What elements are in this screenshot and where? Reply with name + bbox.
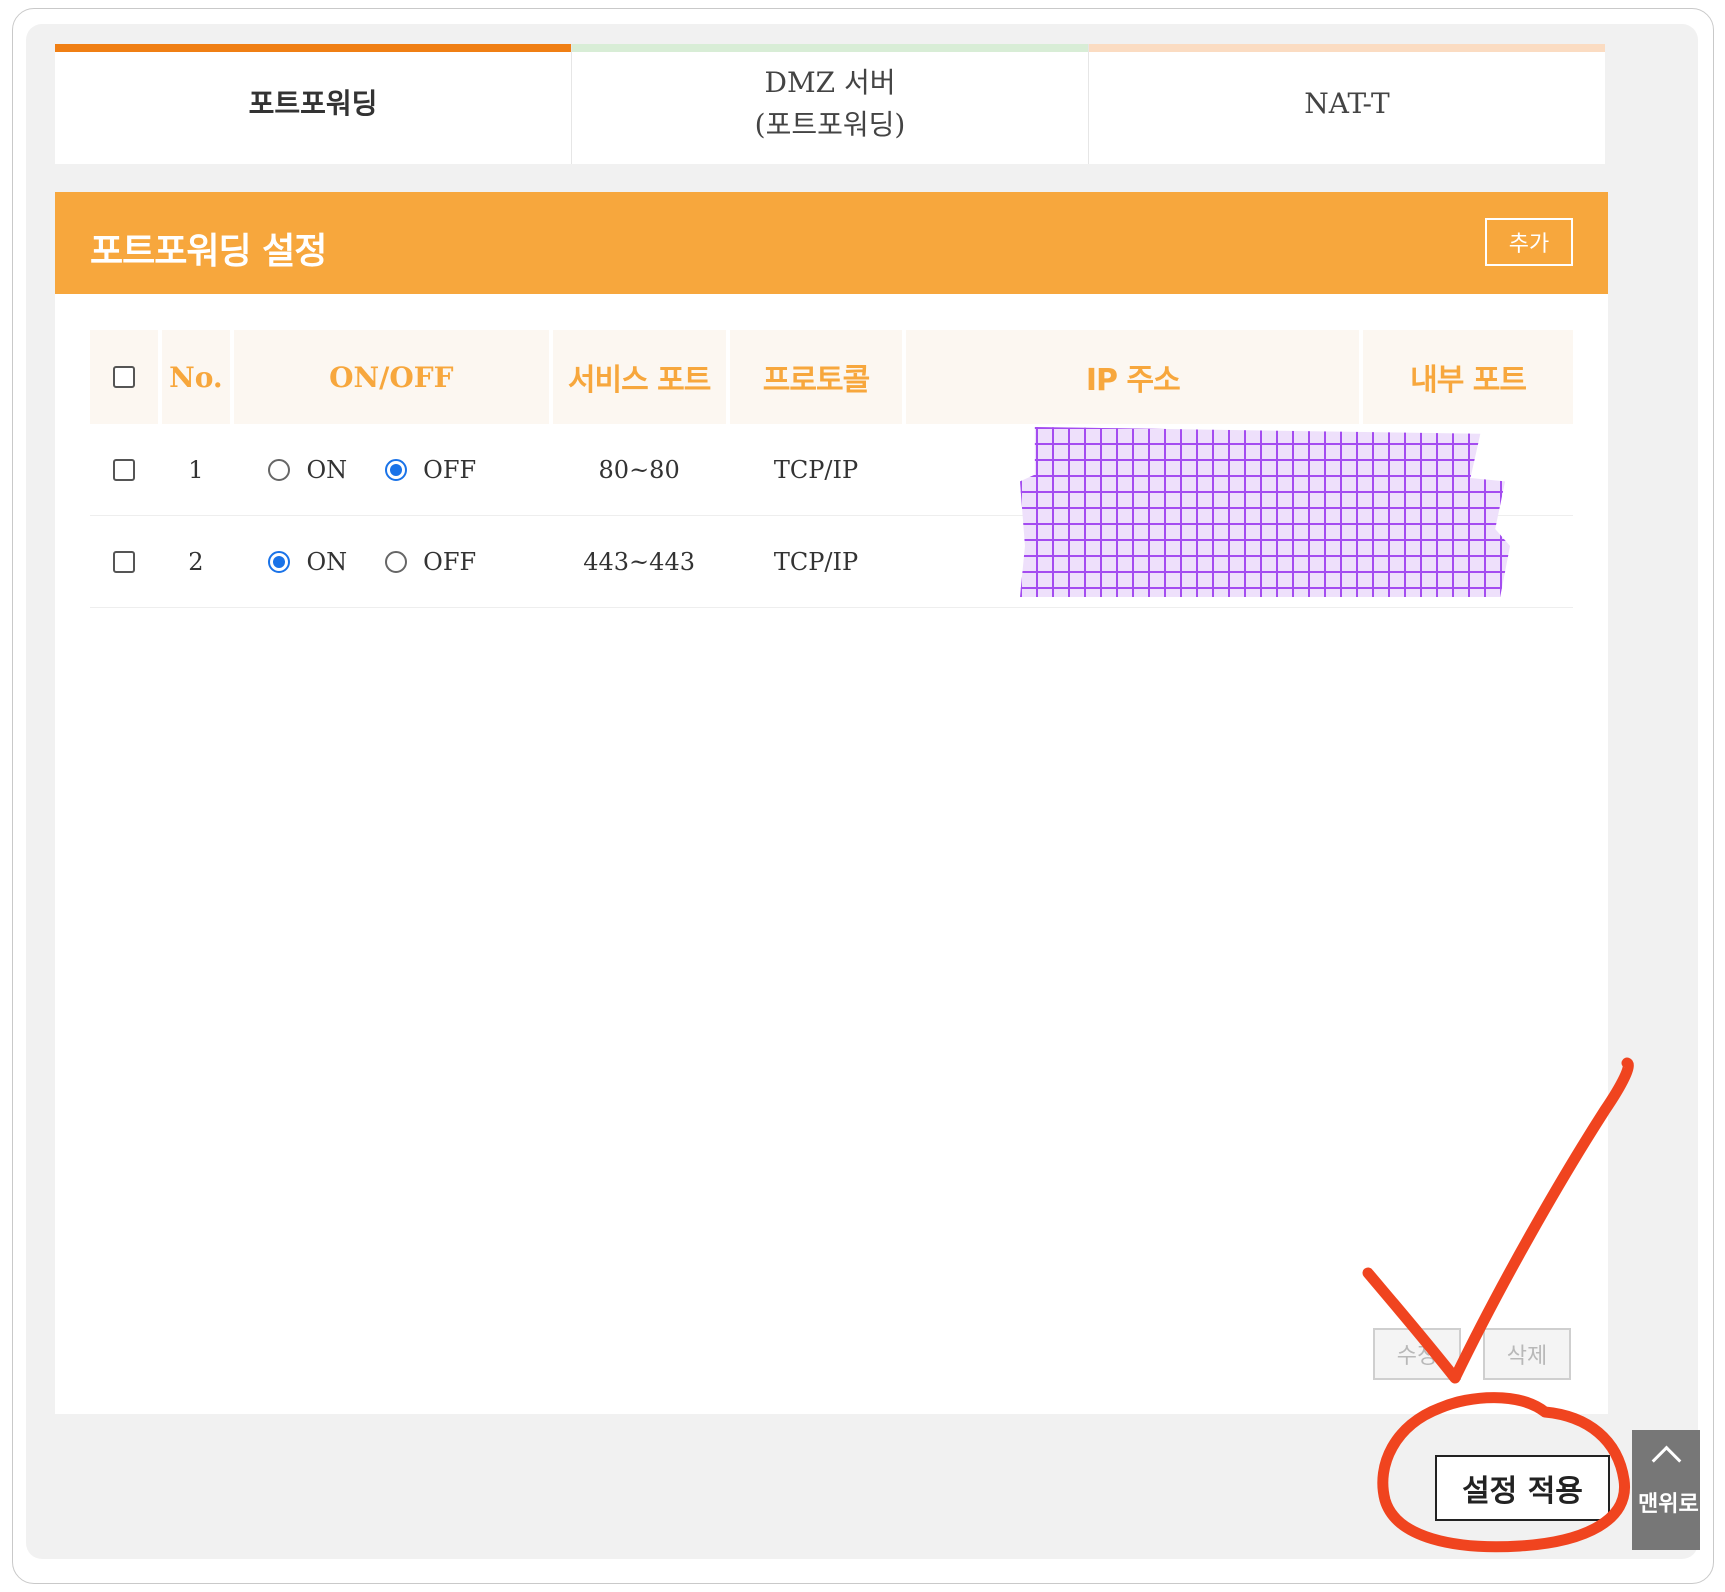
row-select-cell — [90, 516, 158, 607]
tab-nat-t[interactable]: NAT-T — [1089, 44, 1605, 164]
on-off-radio-group: ON OFF — [268, 548, 514, 576]
row-service-port: 443~443 — [583, 547, 695, 576]
header-on-off: ON/OFF — [233, 330, 549, 424]
header-internal-port: 내부 포트 — [1363, 330, 1573, 424]
apply-settings-button[interactable]: 설정 적용 — [1435, 1455, 1610, 1521]
on-radio[interactable] — [268, 458, 291, 481]
on-radio[interactable] — [268, 550, 291, 573]
off-label: OFF — [423, 455, 477, 484]
header-service-port: 서비스 포트 — [552, 330, 726, 424]
card-title: 포트포워딩 설정 — [90, 231, 327, 272]
tab-bar: 포트포워딩 DMZ 서버 (포트포워딩) NAT-T — [55, 44, 1605, 164]
card-header: 포트포워딩 설정 추가 — [55, 192, 1608, 294]
header-select-all-cell — [90, 330, 158, 424]
tab-indicator — [55, 44, 571, 52]
add-button[interactable]: 추가 — [1485, 218, 1573, 266]
row-on-off-cell: ON OFF — [234, 424, 549, 515]
tab-port-forwarding[interactable]: 포트포워딩 — [55, 44, 572, 164]
edit-button[interactable]: 수정 — [1373, 1328, 1461, 1380]
off-radio[interactable] — [385, 550, 408, 573]
header-protocol: 프로토콜 — [729, 330, 903, 424]
tab-dmz-server[interactable]: DMZ 서버 (포트포워딩) — [572, 44, 1089, 164]
on-off-radio-group: ON OFF — [268, 456, 514, 484]
port-forwarding-card: 포트포워딩 설정 추가 No. ON/OFF 서비스 포트 프로토콜 IP 주소… — [55, 192, 1608, 1414]
row-number: 1 — [188, 455, 204, 484]
row-select-cell — [90, 424, 158, 515]
row-protocol: TCP/IP — [773, 547, 859, 576]
row-on-off-cell: ON OFF — [234, 516, 549, 607]
off-radio[interactable] — [385, 458, 408, 481]
header-no: No. — [161, 330, 230, 424]
scroll-to-top-label: 맨위로 — [1638, 1492, 1699, 1517]
tab-label: NAT-T — [1304, 87, 1390, 120]
off-label: OFF — [423, 547, 477, 576]
row-protocol: TCP/IP — [773, 455, 859, 484]
select-all-checkbox[interactable] — [112, 366, 135, 388]
row-number: 2 — [188, 547, 204, 576]
scroll-to-top-button[interactable]: 맨위로 — [1632, 1430, 1700, 1550]
on-label: ON — [306, 547, 348, 576]
tab-label: 포트포워딩 — [248, 87, 378, 120]
tab-indicator — [572, 44, 1088, 52]
row-checkbox[interactable] — [112, 550, 135, 573]
delete-button[interactable]: 삭제 — [1483, 1328, 1571, 1380]
tab-indicator — [1089, 44, 1605, 52]
tab-label: DMZ 서버 (포트포워딩) — [754, 66, 906, 141]
row-service-port: 80~80 — [598, 455, 680, 484]
on-label: ON — [306, 455, 348, 484]
header-ip-address: IP 주소 — [906, 330, 1360, 424]
chevron-up-icon — [1651, 1445, 1682, 1476]
row-checkbox[interactable] — [112, 458, 135, 481]
redaction-overlay — [1020, 427, 1511, 597]
table-header: No. ON/OFF 서비스 포트 프로토콜 IP 주소 내부 포트 — [90, 330, 1573, 424]
